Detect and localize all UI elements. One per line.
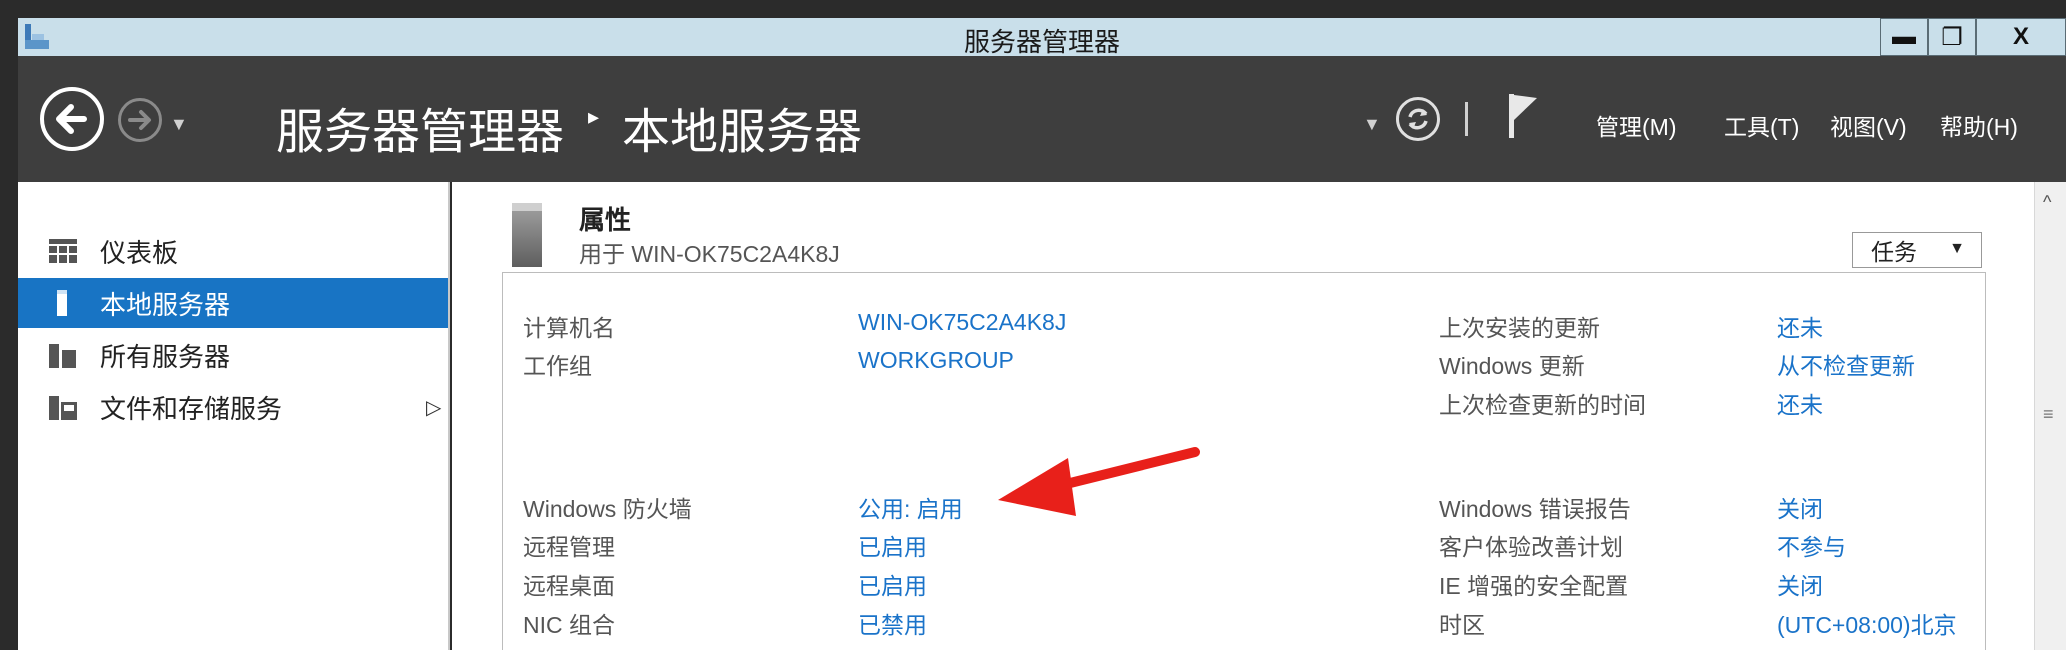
properties-panel: 计算机名 WIN-OK75C2A4K8J 工作组 WORKGROUP Windo…: [502, 272, 1986, 650]
history-dropdown-icon[interactable]: ▼: [170, 114, 188, 135]
prop-value-error-reporting[interactable]: 关闭: [1777, 490, 1823, 524]
header-divider: [1465, 102, 1468, 136]
prop-value-windows-update[interactable]: 从不检查更新: [1777, 347, 1915, 381]
refresh-button[interactable]: [1396, 97, 1440, 141]
local-server-icon: [57, 290, 67, 316]
sidebar-item-label: 本地服务器: [100, 289, 231, 320]
prop-value-last-update[interactable]: 还未: [1777, 309, 1823, 343]
back-button[interactable]: [40, 87, 104, 151]
menu-view[interactable]: 视图(V): [1830, 108, 1907, 142]
maximize-button[interactable]: ❐: [1928, 18, 1976, 56]
back-arrow-icon: [56, 104, 87, 134]
properties-subtitle: 用于 WIN-OK75C2A4K8J: [579, 241, 840, 267]
file-storage-icon: [49, 396, 77, 420]
all-servers-icon: [49, 344, 76, 368]
refresh-icon: [1408, 108, 1428, 130]
menu-manage[interactable]: 管理(M): [1596, 108, 1676, 142]
prop-label-nic-teaming: NIC 组合: [523, 612, 615, 638]
prop-label-timezone: 时区: [1439, 612, 1485, 638]
prop-label-workgroup: 工作组: [523, 353, 592, 379]
sidebar-item-file-storage[interactable]: 文件和存储服务 ▷: [18, 382, 448, 432]
sidebar-item-dashboard[interactable]: 仪表板: [18, 226, 448, 276]
dashboard-icon: [49, 239, 77, 263]
chevron-down-icon: ▼: [1949, 240, 1965, 257]
prop-value-remote-management[interactable]: 已启用: [858, 528, 927, 562]
prop-label-last-update: 上次安装的更新: [1439, 315, 1600, 341]
expand-arrow-icon[interactable]: ▷: [426, 395, 441, 420]
sidebar-item-label: 仪表板: [100, 237, 179, 268]
forward-arrow-icon: [128, 110, 151, 130]
vertical-scrollbar[interactable]: ^ ≡: [2034, 182, 2066, 650]
prop-value-ceip[interactable]: 不参与: [1777, 528, 1846, 562]
breadcrumb-current: 本地服务器: [622, 106, 863, 159]
sidebar-item-local-server[interactable]: 本地服务器: [18, 278, 448, 328]
menu-help[interactable]: 帮助(H): [1940, 108, 2018, 142]
prop-value-firewall[interactable]: 公用: 启用: [858, 490, 963, 524]
sidebar-item-label: 所有服务器: [100, 341, 231, 372]
prop-label-firewall: Windows 防火墙: [523, 496, 692, 522]
prop-value-ie-esc[interactable]: 关闭: [1777, 567, 1823, 601]
sidebar-item-all-servers[interactable]: 所有服务器: [18, 330, 448, 380]
prop-label-computer-name: 计算机名: [523, 315, 615, 341]
minimize-button[interactable]: ▬: [1880, 18, 1928, 56]
header-bar: ▼ 服务器管理器 ▸ 本地服务器 ▼ 管理(M) 工具(T) 视图(V) 帮助(…: [18, 56, 2066, 182]
title-bar: 服务器管理器 ▬ ❐ X: [18, 18, 2066, 57]
prop-label-ceip: 客户体验改善计划: [1439, 534, 1623, 560]
prop-label-remote-management: 远程管理: [523, 534, 615, 560]
breadcrumb-root[interactable]: 服务器管理器: [276, 92, 564, 162]
window-title: 服务器管理器: [963, 27, 1120, 57]
navigation-sidebar: 仪表板 本地服务器 所有服务器 文件和存储服务 ▷: [18, 182, 450, 650]
breadcrumb-separator: ▸: [588, 104, 600, 129]
properties-pane: 属性 用于 WIN-OK75C2A4K8J 任务 ▼ 计算机名 WIN-OK75…: [452, 182, 2034, 650]
sidebar-item-label: 文件和存储服务: [100, 393, 283, 424]
red-annotation-arrow-icon: [998, 447, 1200, 516]
header-dropdown-icon[interactable]: ▼: [1363, 114, 1381, 135]
menu-tools[interactable]: 工具(T): [1724, 108, 1799, 142]
prop-label-ie-esc: IE 增强的安全配置: [1439, 573, 1629, 599]
prop-value-nic-teaming[interactable]: 已禁用: [858, 606, 927, 640]
scroll-grip-icon[interactable]: ≡: [2043, 404, 2054, 425]
close-button[interactable]: X: [1976, 18, 2066, 56]
prop-value-last-check[interactable]: 还未: [1777, 386, 1823, 420]
prop-label-last-check: 上次检查更新的时间: [1439, 392, 1646, 418]
tasks-label: 任务: [1871, 239, 1917, 265]
scroll-up-icon[interactable]: ^: [2043, 192, 2051, 213]
properties-title: 属性: [579, 205, 632, 235]
prop-label-remote-desktop: 远程桌面: [523, 573, 615, 599]
prop-label-windows-update: Windows 更新: [1439, 353, 1585, 379]
tasks-dropdown[interactable]: 任务 ▼: [1852, 232, 1982, 268]
forward-button[interactable]: [118, 98, 162, 142]
notifications-flag-icon[interactable]: [1505, 92, 1541, 140]
prop-value-remote-desktop[interactable]: 已启用: [858, 567, 927, 601]
prop-label-error-reporting: Windows 错误报告: [1439, 496, 1631, 522]
server-properties-icon: [512, 203, 542, 267]
prop-value-timezone[interactable]: (UTC+08:00)北京: [1777, 606, 1957, 640]
prop-value-computer-name[interactable]: WIN-OK75C2A4K8J: [858, 309, 1066, 336]
prop-value-workgroup[interactable]: WORKGROUP: [858, 347, 1014, 374]
